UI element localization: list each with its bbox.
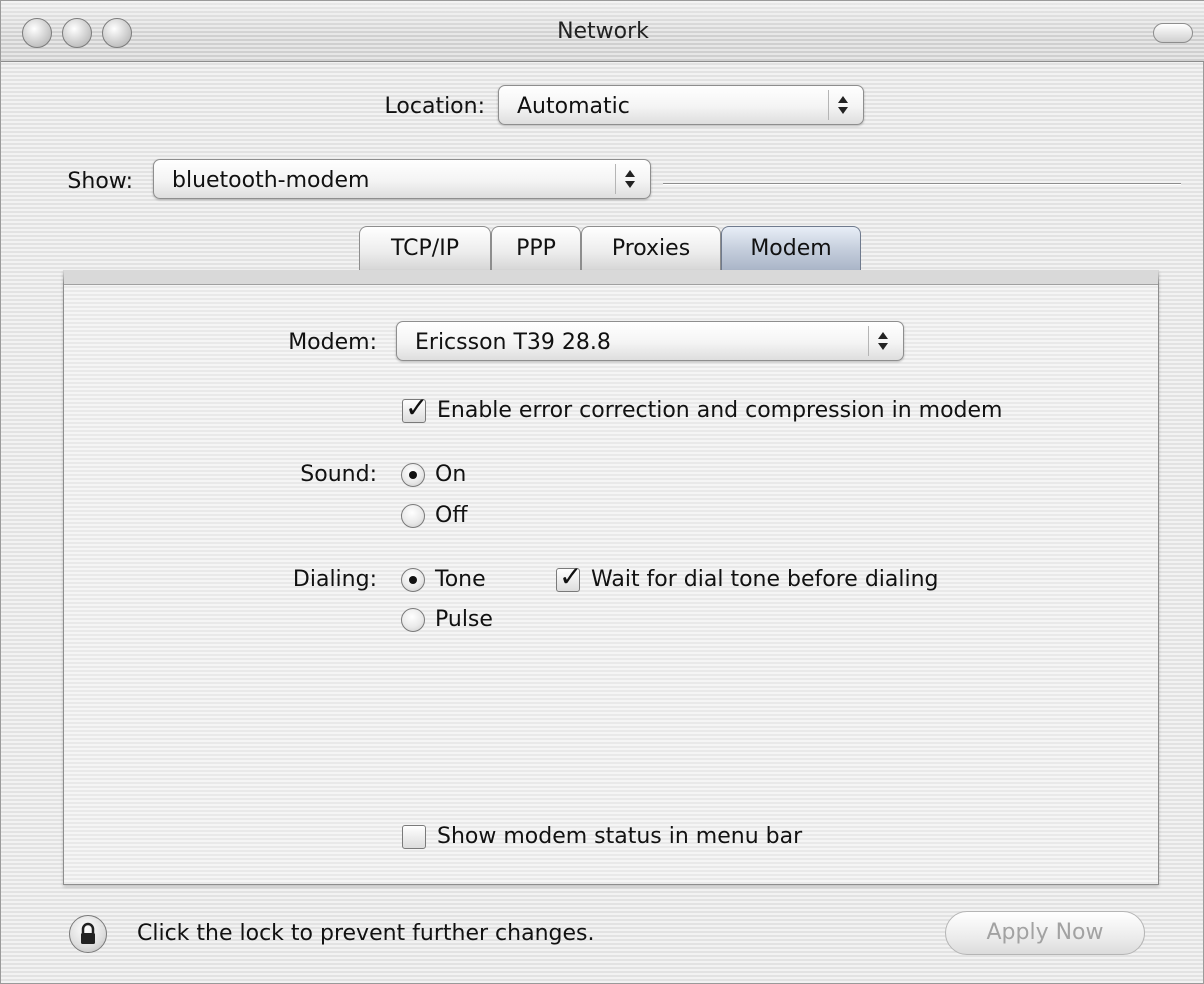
tab-tcpip[interactable]: TCP/IP xyxy=(359,226,491,270)
show-popup[interactable]: bluetooth-modem xyxy=(153,159,651,199)
status-menu-checkbox[interactable] xyxy=(402,825,426,849)
modem-label: Modem: xyxy=(288,330,377,355)
title-bar: Network xyxy=(1,1,1204,62)
window-title: Network xyxy=(557,19,649,44)
network-window: Network Location: Automatic Show: blueto… xyxy=(0,0,1204,984)
modem-popup[interactable]: Ericsson T39 28.8 xyxy=(396,321,904,361)
toolbar-toggle-button[interactable] xyxy=(1153,23,1193,43)
tab-ppp[interactable]: PPP xyxy=(491,226,581,270)
dialing-tone-label: Tone xyxy=(435,567,486,592)
sound-label: Sound: xyxy=(300,462,377,487)
separator-line xyxy=(663,183,1181,185)
apply-now-button[interactable]: Apply Now xyxy=(945,911,1145,955)
sound-off-radio[interactable] xyxy=(401,504,425,528)
error-correction-label: Enable error correction and compression … xyxy=(437,398,1003,423)
updown-arrows-icon xyxy=(615,164,644,194)
dialing-label: Dialing: xyxy=(292,567,377,592)
dialing-pulse-radio[interactable] xyxy=(401,608,425,632)
location-label: Location: xyxy=(384,94,485,119)
lock-message: Click the lock to prevent further change… xyxy=(137,921,595,946)
tab-modem[interactable]: Modem xyxy=(721,226,861,270)
wait-dial-tone-checkbox[interactable]: ✓ xyxy=(556,563,582,592)
show-value: bluetooth-modem xyxy=(172,168,370,193)
dialing-tone-radio[interactable] xyxy=(401,568,425,592)
radio-selected-dot xyxy=(409,471,417,479)
updown-arrows-icon xyxy=(828,90,857,120)
sound-on-label: On xyxy=(435,462,467,487)
dialing-pulse-label: Pulse xyxy=(435,607,493,632)
checkmark-icon: ✓ xyxy=(559,560,583,593)
tab-proxies[interactable]: Proxies xyxy=(581,226,721,270)
checkmark-icon: ✓ xyxy=(405,391,429,424)
radio-selected-dot xyxy=(409,576,417,584)
wait-dial-tone-label: Wait for dial tone before dialing xyxy=(591,567,939,592)
status-menu-label: Show modem status in menu bar xyxy=(437,824,803,849)
sound-off-label: Off xyxy=(435,503,468,528)
show-label: Show: xyxy=(67,169,133,194)
modem-value: Ericsson T39 28.8 xyxy=(415,330,611,355)
lock-button[interactable] xyxy=(69,915,107,953)
location-value: Automatic xyxy=(517,94,630,119)
location-popup[interactable]: Automatic xyxy=(498,85,864,125)
sound-on-radio[interactable] xyxy=(401,463,425,487)
error-correction-checkbox[interactable]: ✓ xyxy=(402,394,428,423)
updown-arrows-icon xyxy=(868,326,897,356)
lock-icon xyxy=(81,922,95,944)
